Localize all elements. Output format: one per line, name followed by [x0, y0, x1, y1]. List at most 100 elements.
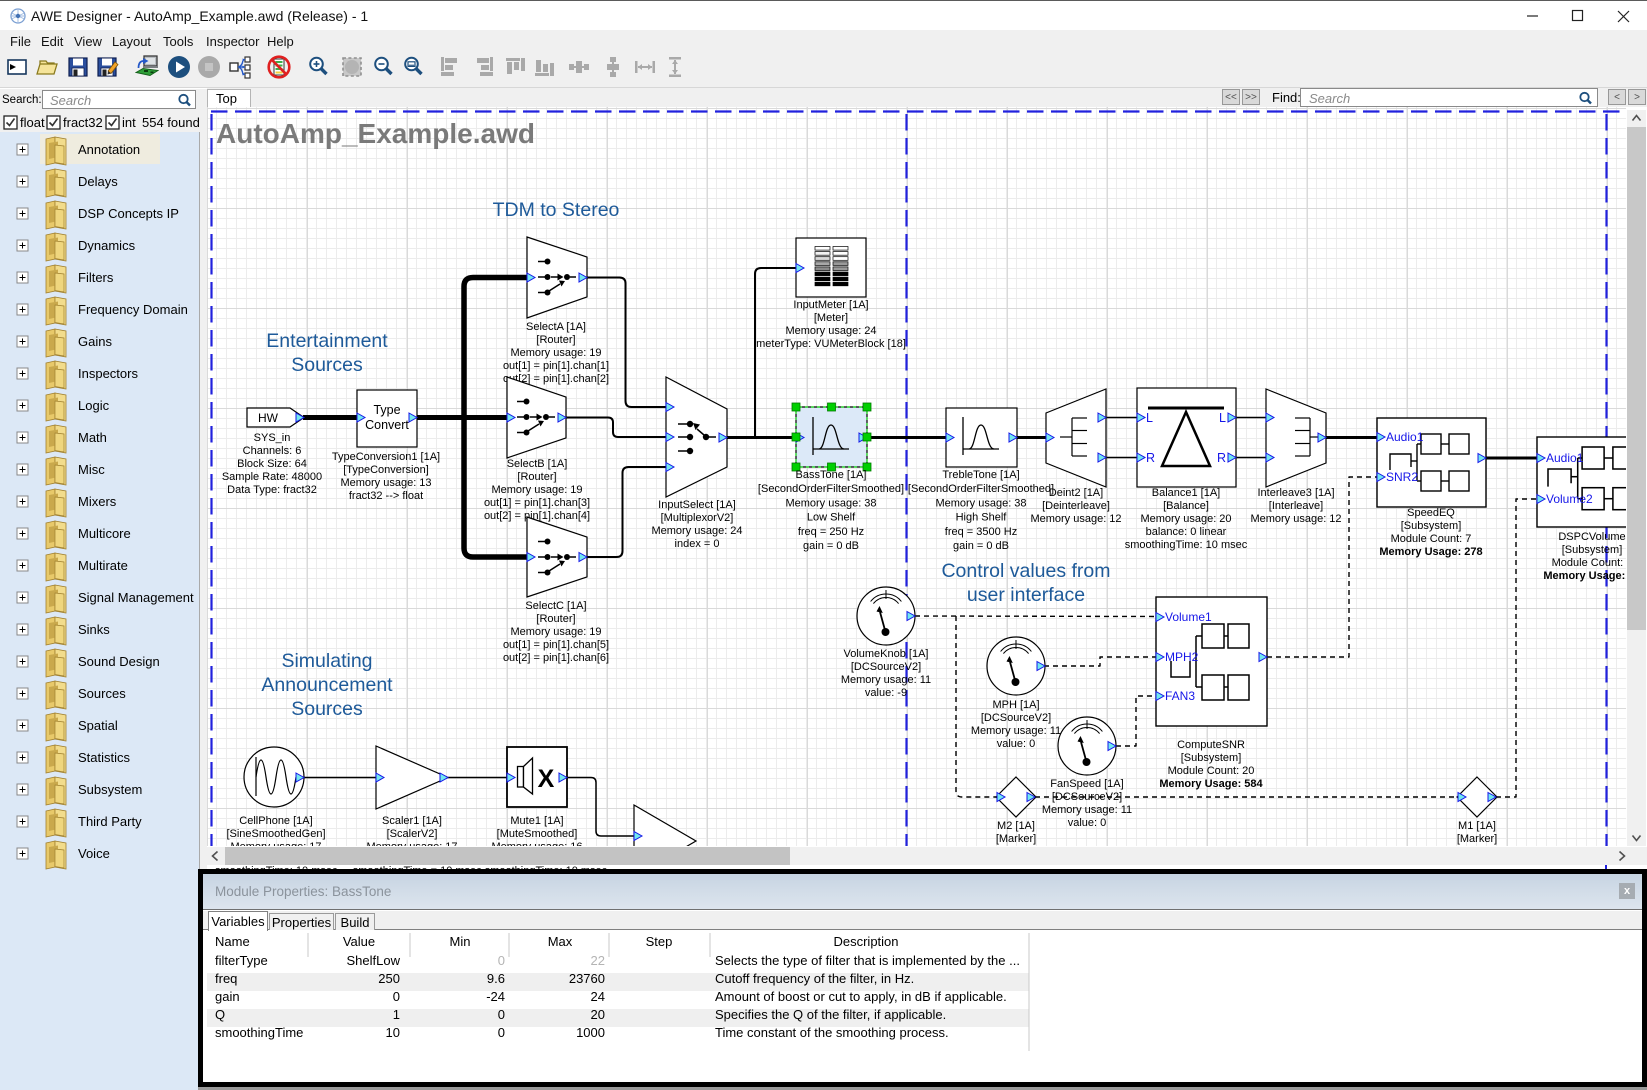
svg-text:Voice: Voice — [78, 846, 110, 861]
svg-text:FanSpeed [1A]: FanSpeed [1A] — [1050, 778, 1123, 790]
svg-text:Volume2: Volume2 — [1546, 492, 1593, 506]
svg-text:gain = 0 dB: gain = 0 dB — [803, 540, 859, 552]
svg-text:[Router]: [Router] — [517, 471, 556, 483]
svg-text:Type: Type — [373, 403, 400, 417]
svg-text:Memory usage: 19: Memory usage: 19 — [510, 347, 601, 359]
svg-text:Value: Value — [343, 934, 375, 949]
svg-text:Cutoff frequency of the filter: Cutoff frequency of the filter, in Hz. — [715, 971, 914, 986]
svg-text:filterType: filterType — [215, 953, 268, 968]
svg-text:Mute1 [1A]: Mute1 [1A] — [510, 815, 563, 827]
svg-text:Name: Name — [215, 934, 250, 949]
svg-text:X: X — [538, 765, 555, 793]
svg-text:[Meter]: [Meter] — [814, 312, 848, 324]
svg-text:TypeConversion1 [1A]: TypeConversion1 [1A] — [332, 451, 440, 463]
svg-text:freq = 250 Hz: freq = 250 Hz — [798, 526, 864, 538]
svg-text:Memory Usage: 584: Memory Usage: 584 — [1159, 778, 1263, 790]
svg-text:gain = 0 dB: gain = 0 dB — [953, 540, 1009, 552]
svg-text:Gains: Gains — [78, 334, 112, 349]
svg-text:Description: Description — [833, 934, 898, 949]
svg-text:Sample Rate: 48000: Sample Rate: 48000 — [222, 471, 322, 483]
svg-text:AutoAmp_Example.awd: AutoAmp_Example.awd — [216, 118, 535, 149]
svg-text:Selects the type of filter tha: Selects the type of filter that is imple… — [715, 953, 1020, 968]
svg-text:23760: 23760 — [569, 971, 605, 986]
svg-text:Memory usage: 20: Memory usage: 20 — [1140, 513, 1231, 525]
svg-text:fract32: fract32 — [63, 115, 103, 130]
svg-text:HW: HW — [258, 411, 279, 425]
svg-text:fract32 --> float: fract32 --> float — [349, 490, 423, 502]
svg-text:Multicore: Multicore — [78, 526, 131, 541]
svg-text:Time constant of the smoothing: Time constant of the smoothing process. — [715, 1025, 949, 1040]
svg-text:balance: 0 linear: balance: 0 linear — [1146, 526, 1227, 538]
svg-text:Subsystem: Subsystem — [78, 782, 142, 797]
svg-text:0: 0 — [498, 1025, 505, 1040]
svg-text:ShelfLow: ShelfLow — [347, 953, 401, 968]
svg-text:index = 0: index = 0 — [675, 538, 720, 550]
svg-text:Specifies the Q of the filter,: Specifies the Q of the filter, if applic… — [715, 1007, 946, 1022]
svg-text:[Marker]: [Marker] — [1457, 833, 1497, 845]
svg-text:Memory usage: 17: Memory usage: 17 — [230, 841, 321, 846]
svg-text:Memory usage: 11: Memory usage: 11 — [971, 725, 1061, 737]
svg-text:Memory usage: 16: Memory usage: 16 — [491, 841, 582, 846]
svg-text:user interface: user interface — [967, 584, 1085, 606]
svg-text:value: 0: value: 0 — [997, 738, 1036, 750]
svg-text:Max: Max — [548, 934, 573, 949]
svg-text:TrebleTone [1A]: TrebleTone [1A] — [942, 469, 1019, 481]
svg-text:Signal Management: Signal Management — [78, 590, 194, 605]
svg-text:Channels: 6: Channels: 6 — [243, 445, 302, 457]
svg-text:Memory usage: 19: Memory usage: 19 — [510, 626, 601, 638]
svg-text:Audio1: Audio1 — [1386, 430, 1424, 444]
svg-text:Sources: Sources — [78, 686, 126, 701]
svg-text:24: 24 — [591, 989, 605, 1004]
svg-text:smoothingTime: 10 msec: smoothingTime: 10 msec — [1125, 539, 1248, 551]
svg-text:out[1] = pin[1].chan[5]: out[1] = pin[1].chan[5] — [503, 639, 609, 651]
svg-text:Frequency Domain: Frequency Domain — [78, 302, 188, 317]
svg-text:0: 0 — [498, 1007, 505, 1022]
svg-text:Statistics: Statistics — [78, 750, 131, 765]
svg-text:TDM to Stereo: TDM to Stereo — [493, 199, 620, 221]
svg-text:Memory Usage: 58: Memory Usage: 58 — [1543, 570, 1626, 582]
svg-text:Delays: Delays — [78, 174, 118, 189]
svg-text:InputSelect [1A]: InputSelect [1A] — [658, 499, 736, 511]
svg-text:Memory usage: 24: Memory usage: 24 — [785, 325, 876, 337]
svg-text:[SecondOrderFilterSmoothed]: [SecondOrderFilterSmoothed] — [908, 483, 1054, 495]
svg-text:[Interleave]: [Interleave] — [1269, 500, 1323, 512]
svg-text:Memory usage: 19: Memory usage: 19 — [491, 484, 582, 496]
svg-text:Inspectors: Inspectors — [78, 366, 138, 381]
svg-text:[Deinterleave]: [Deinterleave] — [1042, 500, 1110, 512]
svg-text:SNR2: SNR2 — [1386, 470, 1418, 484]
svg-text:Module Count: 5: Module Count: 5 — [1552, 557, 1626, 569]
svg-text:Balance1 [1A]: Balance1 [1A] — [1152, 487, 1221, 499]
svg-text:R: R — [1146, 451, 1155, 465]
svg-text:Announcement: Announcement — [261, 674, 393, 696]
svg-text:Q: Q — [215, 1007, 225, 1022]
svg-text:gain: gain — [215, 989, 240, 1004]
svg-text:VolumeKnob [1A]: VolumeKnob [1A] — [843, 648, 928, 660]
svg-text:22: 22 — [591, 953, 605, 968]
svg-text:freq = 3500 Hz: freq = 3500 Hz — [945, 526, 1017, 538]
svg-text:SpeedEQ: SpeedEQ — [1407, 507, 1455, 519]
svg-text:Multirate: Multirate — [78, 558, 128, 573]
svg-text:L: L — [1146, 411, 1153, 425]
svg-text:MPH [1A]: MPH [1A] — [992, 699, 1039, 711]
svg-text:Block Size: 64: Block Size: 64 — [237, 458, 307, 470]
svg-text:Sources: Sources — [291, 698, 363, 720]
svg-text:Memory usage: 12: Memory usage: 12 — [1030, 513, 1121, 525]
svg-text:float: float — [20, 115, 45, 130]
svg-text:1: 1 — [393, 1007, 400, 1022]
svg-text:value: 0: value: 0 — [1068, 817, 1107, 829]
svg-text:Annotation: Annotation — [78, 142, 140, 157]
svg-text:[SecondOrderFilterSmoothed]: [SecondOrderFilterSmoothed] — [758, 483, 904, 495]
svg-text:Simulating: Simulating — [281, 650, 372, 672]
svg-text:10: 10 — [386, 1025, 400, 1040]
svg-text:Audio1: Audio1 — [1546, 451, 1584, 465]
svg-text:Spatial: Spatial — [78, 718, 118, 733]
svg-text:[DCSourceV2]: [DCSourceV2] — [981, 712, 1051, 724]
svg-text:[Router]: [Router] — [536, 613, 575, 625]
svg-text:out[1] = pin[1].chan[3]: out[1] = pin[1].chan[3] — [484, 497, 590, 509]
svg-text:Module Count: 20: Module Count: 20 — [1168, 765, 1255, 777]
svg-text:Entertainment: Entertainment — [266, 330, 388, 352]
svg-text:meterType: VUMeterBlock [18]: meterType: VUMeterBlock [18] — [756, 338, 906, 350]
svg-text:554 found: 554 found — [142, 115, 200, 130]
svg-text:SelectA [1A]: SelectA [1A] — [526, 321, 586, 333]
svg-text:[Subsystem]: [Subsystem] — [1562, 544, 1623, 556]
